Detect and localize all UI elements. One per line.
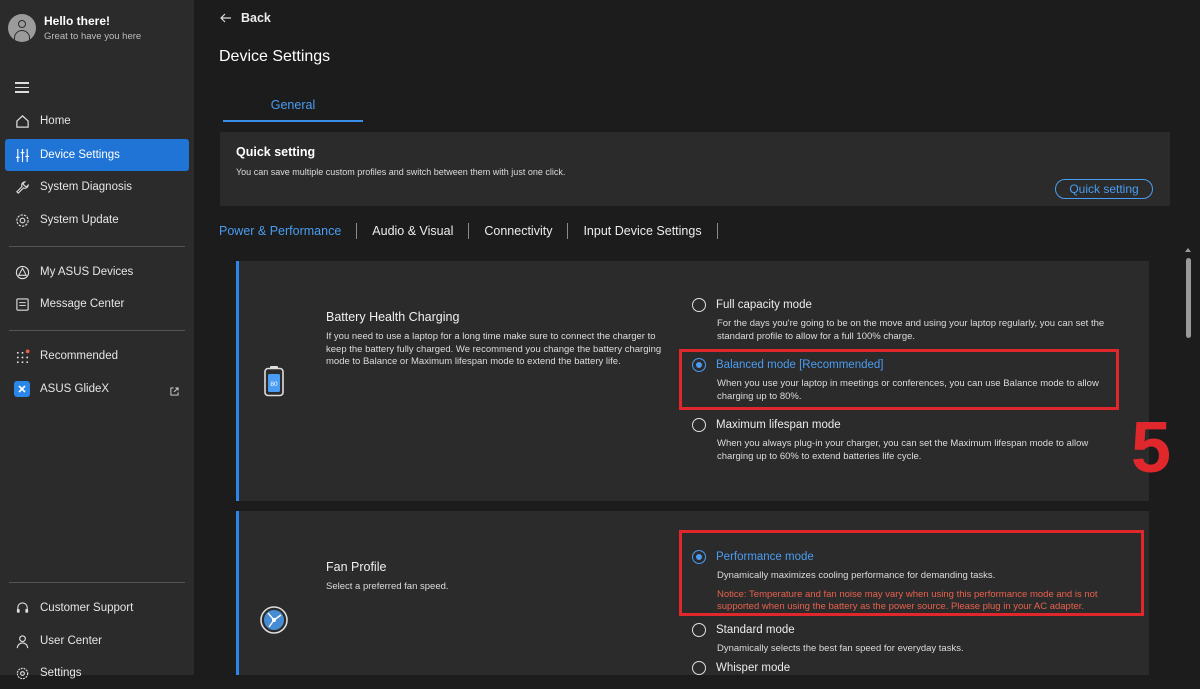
scroll-up-arrow-icon[interactable] bbox=[1185, 248, 1191, 252]
subtab-connectivity[interactable]: Connectivity bbox=[468, 223, 567, 239]
sidebar-item-user-center[interactable]: User Center bbox=[5, 625, 189, 657]
avatar bbox=[8, 14, 36, 42]
option-description: When you always plug-in your charger, yo… bbox=[717, 438, 1089, 462]
user-icon bbox=[14, 633, 30, 649]
sidebar-item-label: System Diagnosis bbox=[40, 181, 133, 193]
subtab-power-performance[interactable]: Power & Performance bbox=[219, 223, 356, 239]
gear-icon bbox=[14, 665, 30, 681]
option-label: Standard mode bbox=[716, 624, 795, 636]
sidebar-item-label: ASUS GlideX bbox=[40, 383, 110, 395]
sidebar-item-label: Settings bbox=[40, 667, 82, 679]
option-label: Whisper mode bbox=[716, 662, 791, 674]
option-full-capacity[interactable]: Full capacity mode For the days you're g… bbox=[692, 298, 1112, 343]
sidebar-item-asus-glidex[interactable]: ASUS GlideX bbox=[5, 373, 189, 405]
radio-maximum-lifespan[interactable] bbox=[692, 418, 706, 432]
tab-general[interactable]: General bbox=[223, 98, 363, 112]
sidebar-item-label: My ASUS Devices bbox=[40, 266, 134, 278]
arrow-left-icon bbox=[220, 13, 232, 23]
tab-underline bbox=[223, 120, 363, 122]
back-button[interactable]: Back bbox=[220, 11, 271, 25]
devices-icon bbox=[14, 264, 30, 280]
sidebar-item-label: User Center bbox=[40, 635, 102, 647]
option-description: For the days you're going to be on the m… bbox=[717, 318, 1105, 342]
sidebar-item-device-settings[interactable]: Device Settings bbox=[5, 139, 189, 171]
battery-card-description: If you need to use a laptop for a long t… bbox=[326, 331, 662, 367]
sidebar-item-system-update[interactable]: System Update bbox=[5, 204, 189, 236]
option-whisper-mode[interactable]: Whisper mode bbox=[692, 661, 1112, 675]
option-description: Dynamically selects the best fan speed f… bbox=[717, 643, 964, 654]
radio-standard-mode[interactable] bbox=[692, 623, 706, 637]
step-number: 5 bbox=[1131, 408, 1172, 488]
quick-setting-button[interactable]: Quick setting bbox=[1055, 179, 1153, 199]
fan-icon bbox=[259, 605, 289, 640]
home-icon bbox=[14, 113, 30, 129]
option-label: Maximum lifespan mode bbox=[716, 419, 841, 431]
update-icon bbox=[14, 212, 30, 228]
user-subtext: Great to have you here bbox=[44, 31, 142, 42]
battery-card-title: Battery Health Charging bbox=[326, 310, 460, 324]
sidebar-divider bbox=[9, 582, 185, 583]
highlight-box-balanced bbox=[679, 349, 1119, 410]
sidebar-item-system-diagnosis[interactable]: System Diagnosis bbox=[5, 171, 189, 203]
sidebar: Hello there! Great to have you here Home… bbox=[0, 0, 194, 679]
option-label: Full capacity mode bbox=[716, 299, 812, 311]
back-label: Back bbox=[241, 11, 271, 25]
user-profile[interactable]: Hello there! Great to have you here bbox=[8, 14, 141, 42]
sidebar-item-label: Customer Support bbox=[40, 602, 134, 614]
menu-icon[interactable] bbox=[15, 82, 29, 93]
user-greeting: Hello there! bbox=[44, 14, 111, 28]
sidebar-item-my-asus-devices[interactable]: My ASUS Devices bbox=[5, 256, 189, 288]
quick-setting-description: You can save multiple custom profiles an… bbox=[236, 167, 566, 177]
scrollbar-thumb[interactable] bbox=[1186, 258, 1191, 338]
sidebar-item-settings[interactable]: Settings bbox=[5, 657, 189, 689]
battery-icon-label: 80 bbox=[270, 381, 278, 388]
quick-setting-title: Quick setting bbox=[236, 145, 316, 159]
sidebar-item-customer-support[interactable]: Customer Support bbox=[5, 592, 189, 624]
sidebar-divider bbox=[9, 246, 185, 247]
sidebar-item-home[interactable]: Home bbox=[5, 105, 189, 137]
sidebar-item-label: Message Center bbox=[40, 298, 125, 310]
option-maximum-lifespan[interactable]: Maximum lifespan mode When you always pl… bbox=[692, 418, 1112, 463]
radio-whisper-mode[interactable] bbox=[692, 661, 706, 675]
subtab-audio-visual[interactable]: Audio & Visual bbox=[356, 223, 468, 239]
sliders-icon bbox=[14, 147, 30, 163]
sidebar-divider bbox=[9, 330, 185, 331]
sidebar-item-label: Device Settings bbox=[40, 149, 120, 161]
grid-icon bbox=[14, 348, 30, 364]
option-standard-mode[interactable]: Standard mode Dynamically selects the be… bbox=[692, 623, 1112, 656]
sidebar-item-label: Home bbox=[40, 115, 71, 127]
subtab-input-device-settings[interactable]: Input Device Settings bbox=[567, 223, 718, 239]
glidex-icon bbox=[14, 381, 30, 397]
subtab-bar: Power & Performance Audio & Visual Conne… bbox=[219, 223, 718, 239]
sidebar-item-label: System Update bbox=[40, 214, 119, 226]
quick-setting-card: Quick setting You can save multiple cust… bbox=[220, 132, 1170, 206]
headset-icon bbox=[14, 600, 30, 616]
highlight-box-performance bbox=[679, 530, 1144, 616]
page-title: Device Settings bbox=[219, 48, 331, 65]
battery-icon: 80 bbox=[263, 365, 285, 402]
sidebar-item-label: Recommended bbox=[40, 350, 118, 362]
radio-full-capacity[interactable] bbox=[692, 298, 706, 312]
wrench-icon bbox=[14, 179, 30, 195]
external-link-icon bbox=[170, 383, 179, 396]
fan-card-description: Select a preferred fan speed. bbox=[326, 581, 449, 592]
fan-card-title: Fan Profile bbox=[326, 560, 387, 574]
sidebar-item-message-center[interactable]: Message Center bbox=[5, 288, 189, 320]
sidebar-item-recommended[interactable]: Recommended bbox=[5, 340, 189, 372]
message-icon bbox=[14, 296, 30, 312]
